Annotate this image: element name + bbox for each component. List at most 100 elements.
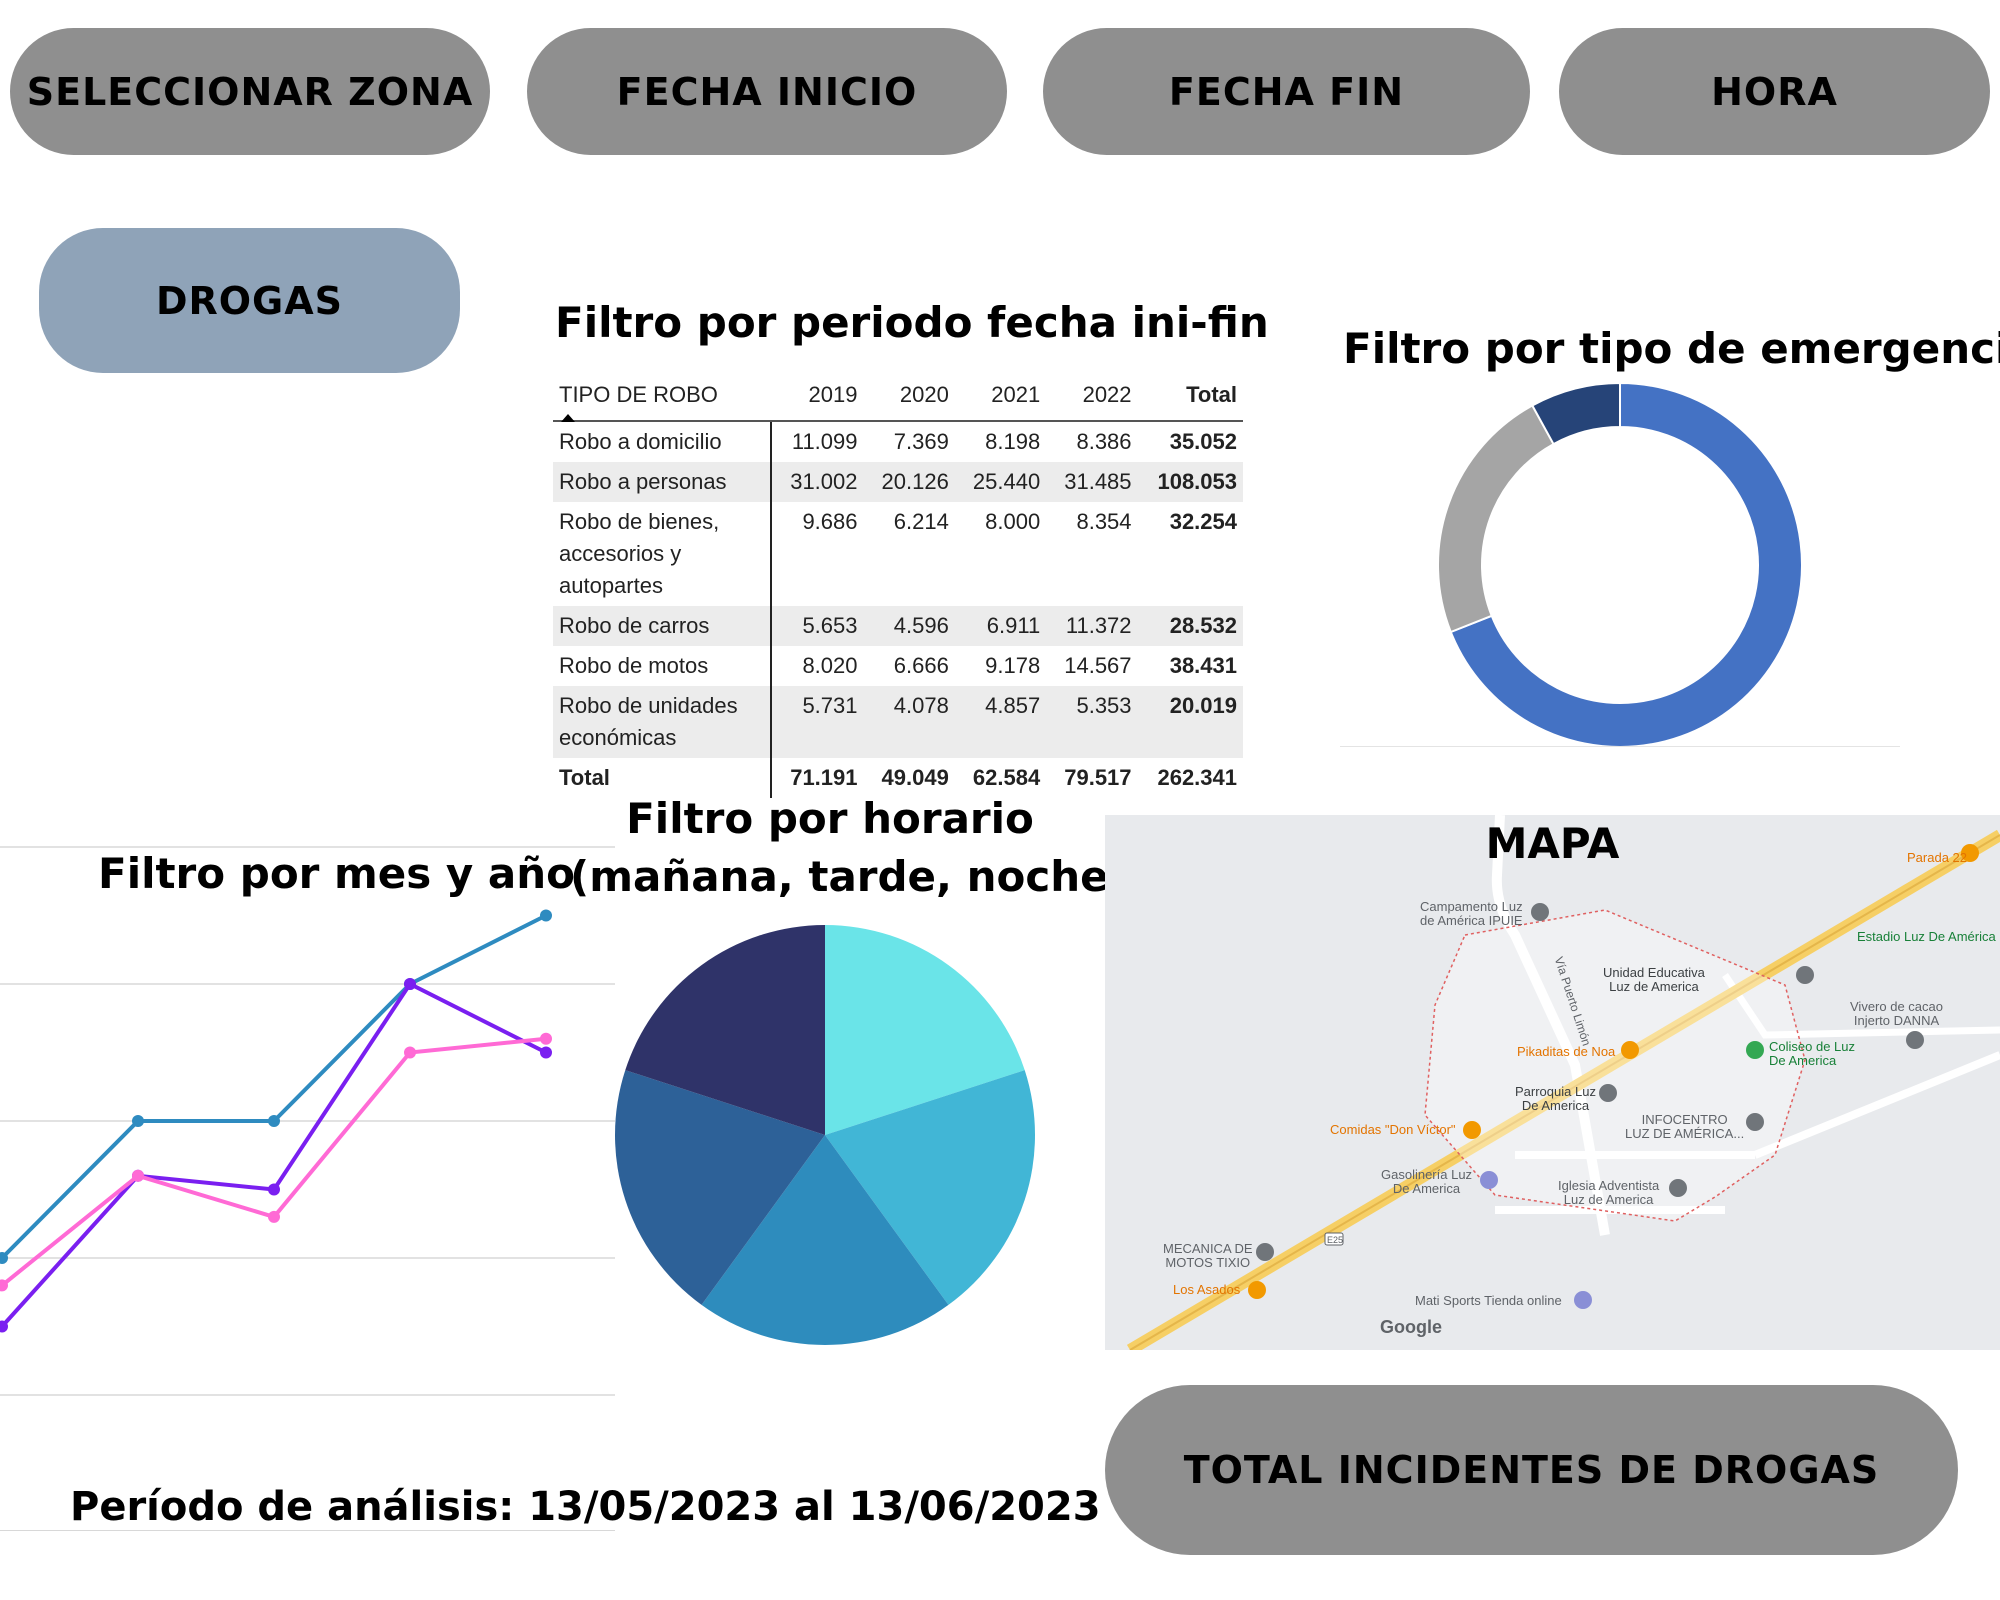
data-point <box>404 978 416 990</box>
row-label: Robo de bienes, accesorios y autopartes <box>553 502 772 606</box>
table-row: Robo de motos 8.020 6.666 9.178 14.567 3… <box>553 646 1243 686</box>
drogas-button[interactable]: DROGAS <box>39 228 460 373</box>
map-label-parada[interactable]: Parada 22 <box>1907 851 1967 865</box>
map-label-unidad[interactable]: Unidad Educativa Luz de America <box>1603 966 1705 994</box>
map-label-estadio[interactable]: Estadio Luz De América <box>1857 930 1996 944</box>
row-label: Robo a domicilio <box>553 421 772 462</box>
map-label-mecanica[interactable]: MECANICA DE MOTOS TIXIO <box>1163 1242 1253 1270</box>
period-text: Período de análisis: 13/05/2023 al 13/06… <box>70 1484 1101 1530</box>
row-total-cell: 28.532 <box>1137 606 1243 646</box>
restaurant-pin-icon <box>1248 1281 1266 1299</box>
map-label-mati[interactable]: Mati Sports Tienda online <box>1415 1294 1562 1308</box>
map-label-comidas[interactable]: Comidas "Don Víctor" <box>1330 1123 1456 1137</box>
row-label: Robo a personas <box>553 462 772 502</box>
row-total-cell: 32.254 <box>1169 509 1237 534</box>
data-point <box>540 909 552 922</box>
map-panel[interactable]: MAPA Parada 22 Campamento Luz de América… <box>1105 815 2000 1350</box>
pin-icon <box>1256 1243 1274 1261</box>
map-label-pikaditas[interactable]: Pikaditas de Noa <box>1517 1045 1615 1059</box>
table-row: Robo de carros 5.653 4.596 6.911 11.372 … <box>553 606 1243 646</box>
row-total-cell: 108.053 <box>1137 462 1243 502</box>
header-tipo-de-robo[interactable]: TIPO DE ROBO <box>553 372 771 422</box>
restaurant-pin-icon <box>1463 1121 1481 1139</box>
series-line <box>0 913 547 1260</box>
table-cell: 5.353 <box>1046 686 1138 758</box>
pin-icon <box>1906 1031 1924 1049</box>
google-logo: Google <box>1380 1317 1442 1337</box>
grand-total-cell: 262.341 <box>1157 765 1237 790</box>
pie-title-line-1: Filtro por horario <box>626 794 1034 843</box>
emergency-donut-chart <box>1437 381 1803 748</box>
row-total-cell: 35.052 <box>1169 429 1237 454</box>
pie-title-line-2: (mañana, tarde, noche) <box>570 852 1128 901</box>
gas-pin-icon <box>1480 1171 1498 1189</box>
pie-title: Filtro por horario (mañana, tarde, noche… <box>570 790 1128 906</box>
table-header-row: TIPO DE ROBO 2019 2020 2021 2022 Total <box>553 372 1243 422</box>
table-title: Filtro por periodo fecha ini-fin <box>555 298 1269 347</box>
table-cell: 8.020 <box>802 653 858 678</box>
pin-icon <box>1796 966 1814 984</box>
table-cell: 6.666 <box>893 653 949 678</box>
period-underline <box>0 1530 615 1531</box>
fecha-fin-button[interactable]: FECHA FIN <box>1043 28 1530 155</box>
map-label-parroquia[interactable]: Parroquia Luz De America <box>1515 1085 1596 1113</box>
header-2021[interactable]: 2021 <box>954 372 1047 422</box>
map-label-coliseo[interactable]: Coliseo de Luz De America <box>1769 1040 1855 1068</box>
table-cell: 8.386 <box>1076 429 1132 454</box>
row-total-cell: 38.431 <box>1169 653 1237 678</box>
data-point <box>268 1183 280 1196</box>
map-label-e25: E25 <box>1327 1235 1344 1245</box>
table-cell: 6.911 <box>954 606 1047 646</box>
table-cell: 11.099 <box>791 429 858 454</box>
header-2020[interactable]: 2020 <box>863 372 955 422</box>
shop-pin-icon <box>1574 1291 1592 1309</box>
data-point <box>132 1169 144 1182</box>
table-cell: 8.198 <box>985 429 1041 454</box>
church-pin-icon <box>1599 1084 1617 1102</box>
line-chart-title: Filtro por mes y año <box>98 849 575 898</box>
table-cell: 6.214 <box>893 509 949 534</box>
table-cell: 14.567 <box>1064 653 1132 678</box>
map-label-infocentro[interactable]: INFOCENTRO LUZ DE AMÉRICA... <box>1625 1113 1744 1141</box>
robbery-table: TIPO DE ROBO 2019 2020 2021 2022 Total R… <box>553 372 1243 798</box>
data-point <box>132 1115 144 1127</box>
header-2022[interactable]: 2022 <box>1046 372 1138 422</box>
hora-button[interactable]: HORA <box>1559 28 1990 155</box>
pin-icon <box>1746 1113 1764 1131</box>
map-label-vivero[interactable]: Vivero de cacao Injerto DANNA <box>1850 1000 1943 1028</box>
restaurant-pin-icon <box>1621 1041 1639 1059</box>
table-row: Robo de bienes, accesorios y autopartes … <box>553 502 1243 606</box>
header-2019[interactable]: 2019 <box>771 372 864 422</box>
table-cell: 7.369 <box>893 429 949 454</box>
table-cell: 5.731 <box>771 686 864 758</box>
map-label-asados[interactable]: Los Asados <box>1173 1283 1240 1297</box>
row-total-cell: 20.019 <box>1137 686 1243 758</box>
map-label-gasolineria[interactable]: Gasolinería Luz De America <box>1381 1168 1472 1196</box>
donut-slice <box>1437 404 1555 634</box>
map-title: MAPA <box>1485 819 1620 868</box>
table-row: Robo de unidades económicas 5.731 4.078 … <box>553 686 1243 758</box>
table-cell: 9.686 <box>802 509 858 534</box>
donut-baseline <box>1340 746 1900 747</box>
map-label-campamento[interactable]: Campamento Luz de América IPUIE <box>1420 900 1523 928</box>
table-cell: 4.078 <box>863 686 955 758</box>
pin-icon <box>1531 903 1549 921</box>
table-row: Robo a domicilio 11.099 7.369 8.198 8.38… <box>553 421 1243 462</box>
table-cell: 20.126 <box>863 462 955 502</box>
table-cell: 4.596 <box>863 606 955 646</box>
seleccionar-zona-button[interactable]: SELECCIONAR ZONA <box>10 28 490 155</box>
table-cell: 8.000 <box>985 509 1041 534</box>
table-row: Robo a personas 31.002 20.126 25.440 31.… <box>553 462 1243 502</box>
total-incidentes-button[interactable]: TOTAL INCIDENTES DE DROGAS <box>1105 1385 1958 1555</box>
data-point <box>540 1032 552 1045</box>
map-label-iglesia[interactable]: Iglesia Adventista Luz de America <box>1558 1179 1659 1207</box>
fecha-inicio-button[interactable]: FECHA INICIO <box>527 28 1007 155</box>
sort-ascending-icon <box>561 414 575 422</box>
table-cell: 11.372 <box>1046 606 1138 646</box>
series-line <box>0 981 547 1328</box>
header-total[interactable]: Total <box>1137 372 1243 422</box>
table-cell: 8.354 <box>1076 509 1132 534</box>
table-cell: 31.002 <box>771 462 864 502</box>
table-cell: 4.857 <box>954 686 1047 758</box>
series-line <box>0 1036 547 1287</box>
